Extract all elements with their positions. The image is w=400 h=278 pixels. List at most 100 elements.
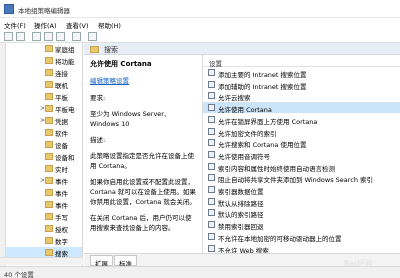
policy-setting-icon xyxy=(208,115,215,123)
setting-name: 阻止自动将共享文件夹添加到 Windows Search 索引 xyxy=(218,176,374,185)
setting-name: 添加辅助的 Intranet 搜索位置 xyxy=(218,82,307,91)
policy-setting-icon xyxy=(208,244,215,252)
tree-item-label: 软件 xyxy=(55,130,68,138)
tree-item[interactable]: 联机 xyxy=(0,79,82,90)
settings-column-header[interactable]: 设置 xyxy=(203,55,400,68)
folder-icon xyxy=(45,153,53,160)
description-label: 描述: xyxy=(90,136,106,144)
setting-row[interactable]: 允许搜索和 Cortana 使用位置 xyxy=(203,137,400,150)
menu-action[interactable]: 操作(A) xyxy=(34,20,57,30)
policy-setting-icon xyxy=(208,197,215,205)
tree-item-label: 事件 xyxy=(55,202,68,210)
up-icon[interactable] xyxy=(32,32,41,41)
setting-name: 允许搜索和 Cortana 使用位置 xyxy=(218,141,307,150)
app-icon xyxy=(4,4,14,14)
setting-row[interactable]: 索引内容和属性时始终使用自动语言检测 xyxy=(203,161,400,173)
policy-setting-icon xyxy=(208,92,215,100)
tree-item[interactable]: 连接 xyxy=(0,67,82,78)
tab-extended[interactable]: 扩展 xyxy=(90,255,113,268)
tree-item-label: 授权 xyxy=(55,226,68,234)
setting-name: 允许使用 Cortana xyxy=(218,106,272,115)
folder-icon xyxy=(45,201,53,208)
tree-item[interactable]: > 平板电 xyxy=(0,103,82,114)
setting-row[interactable]: 允许使用音调符号 xyxy=(203,149,400,161)
show-tree-icon[interactable] xyxy=(44,32,53,41)
policy-setting-icon xyxy=(208,69,215,76)
setting-row[interactable]: 不允许在本地加密的可移动驱动器上的位置 xyxy=(203,231,400,243)
forward-icon[interactable] xyxy=(16,32,25,41)
setting-row[interactable]: 允许使用 Cortana xyxy=(203,102,400,115)
setting-row[interactable]: 禁用索引器回退 xyxy=(203,219,400,232)
tree-item-label: 平板 xyxy=(55,94,68,102)
filter-icon[interactable] xyxy=(88,32,97,41)
tree-vertical-scrollbar[interactable] xyxy=(0,43,6,266)
tree-item[interactable]: 授权 xyxy=(0,223,82,234)
menu-file[interactable]: 文件(F) xyxy=(4,20,26,30)
folder-icon xyxy=(45,93,53,100)
setting-name: 禁用索引器回退 xyxy=(218,223,264,232)
setting-row[interactable]: 索引器数据位置 xyxy=(203,184,400,196)
folder-icon xyxy=(45,237,53,244)
setting-row[interactable]: 添加辅助的 Intranet 搜索位置 xyxy=(203,79,400,91)
tree-item[interactable]: 事件 xyxy=(0,199,82,210)
menu-help[interactable]: 帮助(H) xyxy=(98,20,121,30)
tree-item[interactable]: 将功能 xyxy=(0,55,82,66)
tree-item-label: 设备 xyxy=(55,142,68,150)
tree-item[interactable]: 设备 xyxy=(0,139,82,150)
tree-item[interactable]: 家庭组 xyxy=(0,43,82,54)
help-icon[interactable] xyxy=(72,32,81,41)
setting-row[interactable]: 阻止自动将共享文件夹添加到 Windows Search 索引 xyxy=(203,172,400,185)
setting-row[interactable]: 默认的索引路径 xyxy=(203,207,400,219)
policy-setting-icon xyxy=(208,80,215,88)
setting-row[interactable]: 不允许 Web 搜索 xyxy=(203,243,400,255)
policy-setting-icon xyxy=(208,174,215,182)
description-p1: 此策略设置指定是否允许在设备上使用 Cortana。 xyxy=(90,152,194,170)
tree-item[interactable]: 手写 xyxy=(0,211,82,222)
navigation-tree: 家庭组 将功能 连接 联机 平板 > 平板电 > 凭据 软件 设备 设备和 实时 > 事件 事件 事件 手写 授权数… xyxy=(0,43,83,266)
folder-icon xyxy=(45,57,53,64)
tab-standard[interactable]: 标准 xyxy=(114,255,137,268)
folder-icon xyxy=(45,81,53,88)
tree-item[interactable]: 数字 xyxy=(0,235,82,246)
tree-item[interactable]: 软件 xyxy=(0,127,82,138)
policy-setting-icon xyxy=(208,209,215,217)
requirements-value: 至少为 Windows Server、Windows 10 xyxy=(90,110,171,128)
tree-item[interactable]: > 事件 xyxy=(0,175,82,186)
tree-item-label: 联机 xyxy=(55,82,68,90)
policy-title: 允许使用 Cortana xyxy=(90,60,152,68)
back-icon[interactable] xyxy=(4,32,13,41)
menu-view[interactable]: 查看(V) xyxy=(66,20,89,30)
tree-item[interactable]: 平板 xyxy=(0,91,82,102)
setting-row[interactable]: 允许在锁屏界面上方使用 Cortana xyxy=(203,114,400,126)
settings-list: 设置 添加主要的 Intranet 搜索位置添加辅助的 Intranet 搜索位… xyxy=(202,55,400,255)
status-count: 40 个设置 xyxy=(4,271,34,278)
tree-item-label: 家庭组 xyxy=(55,46,75,54)
setting-row[interactable]: 默认从排除路径 xyxy=(203,196,400,208)
description-p2: 如果你启用此设置或不配置此设置，Cortana 就可以在设备上使用。如果你禁用此… xyxy=(90,178,196,206)
tree-item[interactable]: 事件 xyxy=(0,187,82,198)
setting-row[interactable]: 添加主要的 Intranet 搜索位置 xyxy=(203,67,400,79)
setting-row[interactable]: 允许云搜索 xyxy=(203,90,400,102)
properties-icon[interactable] xyxy=(56,32,65,41)
tree-item-label: 连接 xyxy=(55,70,68,78)
setting-name: 不允许在本地加密的可移动驱动器上的位置 xyxy=(218,234,342,243)
policy-setting-icon xyxy=(208,139,215,147)
folder-icon xyxy=(45,165,53,172)
tree-horizontal-scrollbar[interactable] xyxy=(0,257,83,265)
tree-item[interactable]: 设备和 xyxy=(0,151,82,162)
folder-icon xyxy=(45,45,53,52)
folder-icon xyxy=(45,117,53,124)
folder-icon xyxy=(45,141,53,148)
tree-item[interactable]: 实时 xyxy=(0,163,82,174)
policy-setting-icon xyxy=(208,127,215,135)
setting-name: 索引内容和属性时始终使用自动语言检测 xyxy=(218,164,335,173)
tree-item[interactable]: > 凭据 xyxy=(0,115,82,126)
details-pane: 搜索 允许使用 Cortana 编辑策略设置 要求: 至少为 Windows S… xyxy=(84,43,400,268)
policy-setting-icon xyxy=(208,162,215,170)
requirements-label: 要求: xyxy=(90,94,106,102)
folder-icon xyxy=(45,225,53,232)
edit-policy-link[interactable]: 编辑策略设置 xyxy=(90,75,196,85)
policy-setting-icon xyxy=(208,186,215,193)
title-bar: 本地组策略编辑器 xyxy=(0,0,400,18)
setting-row[interactable]: 允许加密文件的索引 xyxy=(203,126,400,138)
